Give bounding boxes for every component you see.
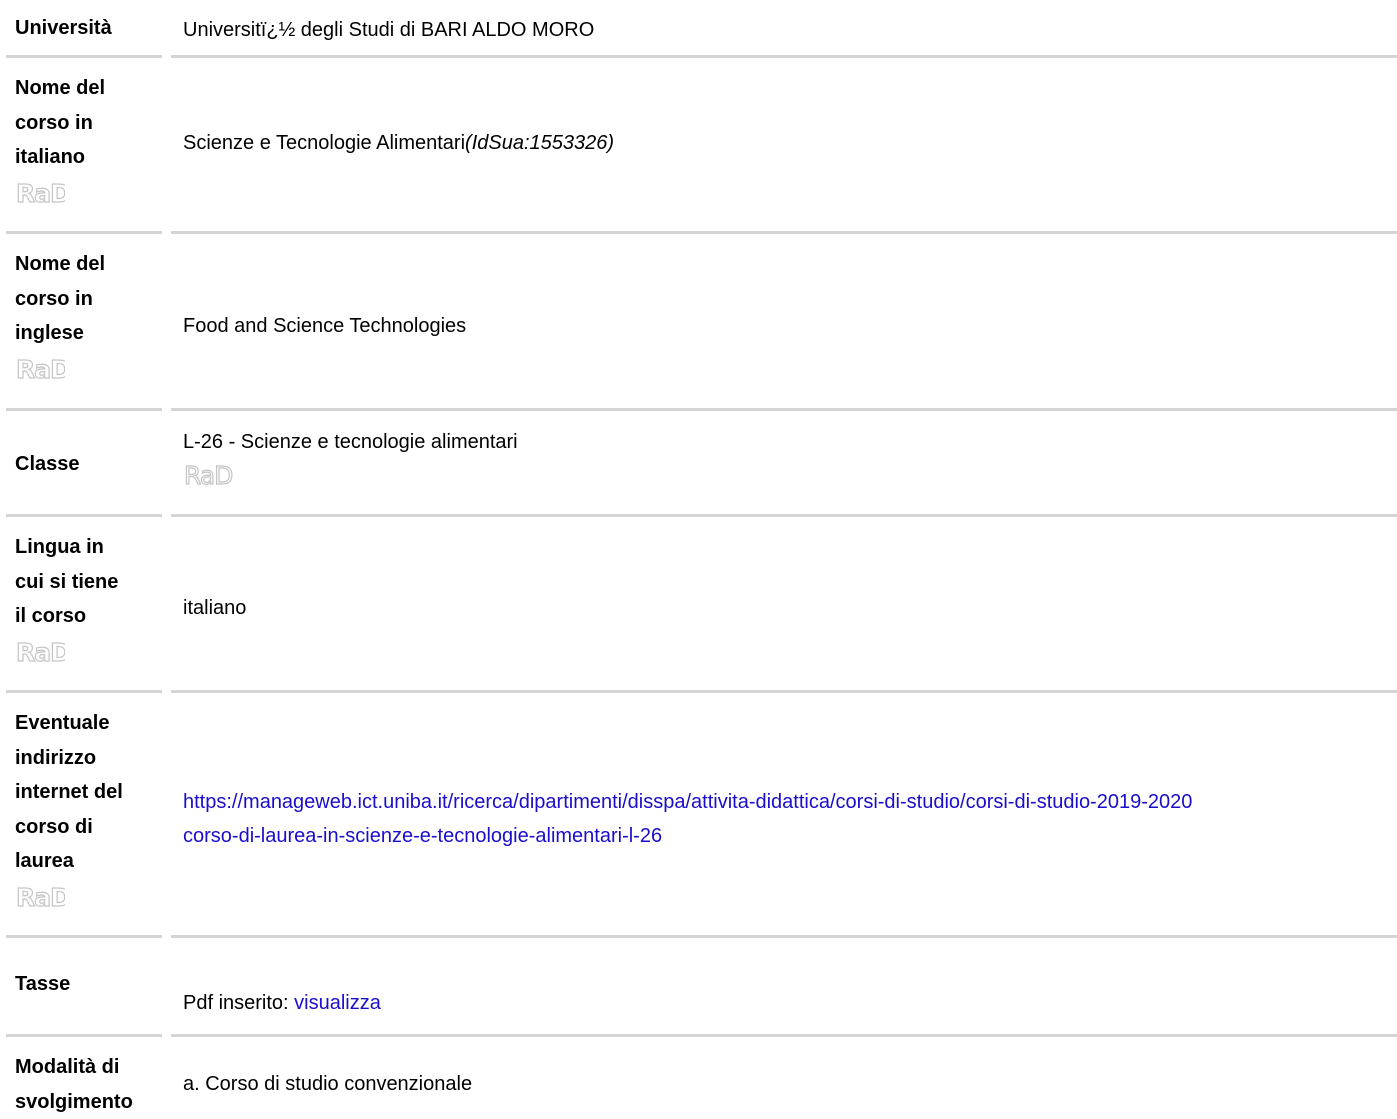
row-divider	[6, 1034, 162, 1037]
label-line: Nome del	[15, 71, 165, 106]
label-line: il corso	[15, 599, 165, 634]
value-nome-inglese: Food and Science Technologies	[183, 309, 1397, 343]
link-line: corso-di-laurea-in-scienze-e-tecnologie-…	[183, 825, 662, 847]
rad-icon: RaD	[15, 881, 65, 911]
label-line: Nome del	[15, 247, 165, 282]
label-nome-italiano: Nome del corso in italiano RaD	[15, 71, 165, 207]
svg-text:RaD: RaD	[16, 638, 65, 666]
label-line: svolgimento	[15, 1085, 165, 1119]
value-nome-italiano: Scienze e Tecnologie Alimentari(IdSua:15…	[183, 126, 1397, 160]
rad-icon: RaD	[15, 177, 65, 207]
visualizza-link[interactable]: visualizza	[294, 992, 381, 1014]
row-divider	[171, 935, 1397, 938]
value-lingua: italiano	[183, 591, 1397, 625]
label-line: inglese	[15, 316, 165, 351]
classe-text: L-26 - Scienze e tecnologie alimentari	[183, 425, 1397, 459]
tasse-prefix: Pdf inserito:	[183, 992, 294, 1014]
value-tasse: Pdf inserito: visualizza	[183, 986, 1397, 1020]
row-divider	[6, 514, 162, 517]
label-line: corso in	[15, 282, 165, 317]
label-classe: Classe	[15, 447, 165, 482]
label-indirizzo: Eventuale indirizzo internet del corso d…	[15, 706, 165, 911]
label-modalita: Modalità di svolgimento	[15, 1050, 165, 1119]
row-divider	[171, 1034, 1397, 1037]
label-line: cui si tiene	[15, 565, 165, 600]
row-divider	[171, 690, 1397, 693]
value-modalita: a. Corso di studio convenzionale	[183, 1067, 1397, 1101]
row-divider	[6, 408, 162, 411]
svg-text:RaD: RaD	[16, 883, 65, 911]
label-universita: Università	[15, 11, 165, 46]
label-lingua: Lingua in cui si tiene il corso RaD	[15, 530, 165, 666]
label-line: internet del	[15, 775, 165, 810]
label-line: Lingua in	[15, 530, 165, 565]
svg-text:RaD: RaD	[184, 461, 232, 489]
row-divider	[6, 690, 162, 693]
svg-text:RaD: RaD	[16, 355, 65, 383]
value-classe: L-26 - Scienze e tecnologie alimentari R…	[183, 425, 1397, 489]
value-universita: Universitï¿½ degli Studi di BARI ALDO MO…	[183, 13, 1397, 47]
label-tasse: Tasse	[15, 967, 165, 1002]
row-divider	[6, 935, 162, 938]
rad-icon: RaD	[15, 636, 65, 666]
label-line: italiano	[15, 140, 165, 175]
course-name-italian: Scienze e Tecnologie Alimentari	[183, 132, 465, 154]
value-indirizzo: https://manageweb.ict.uniba.it/ricerca/d…	[183, 785, 1397, 853]
course-website-link[interactable]: https://manageweb.ict.uniba.it/ricerca/d…	[183, 791, 1192, 847]
row-divider	[6, 55, 162, 58]
rad-icon: RaD	[183, 459, 233, 489]
row-divider	[171, 231, 1397, 234]
row-divider	[171, 514, 1397, 517]
row-divider	[6, 231, 162, 234]
label-line: Eventuale	[15, 706, 165, 741]
label-line: Modalità di	[15, 1050, 165, 1085]
rad-icon: RaD	[15, 353, 65, 383]
svg-text:RaD: RaD	[16, 179, 65, 207]
row-divider	[171, 408, 1397, 411]
label-line: indirizzo	[15, 741, 165, 776]
label-line: corso in	[15, 106, 165, 141]
label-line: laurea	[15, 844, 165, 879]
id-sua: (IdSua:1553326)	[465, 132, 614, 154]
label-nome-inglese: Nome del corso in inglese RaD	[15, 247, 165, 383]
label-line: corso di	[15, 810, 165, 845]
link-line: https://manageweb.ict.uniba.it/ricerca/d…	[183, 791, 1192, 813]
row-divider	[171, 55, 1397, 58]
